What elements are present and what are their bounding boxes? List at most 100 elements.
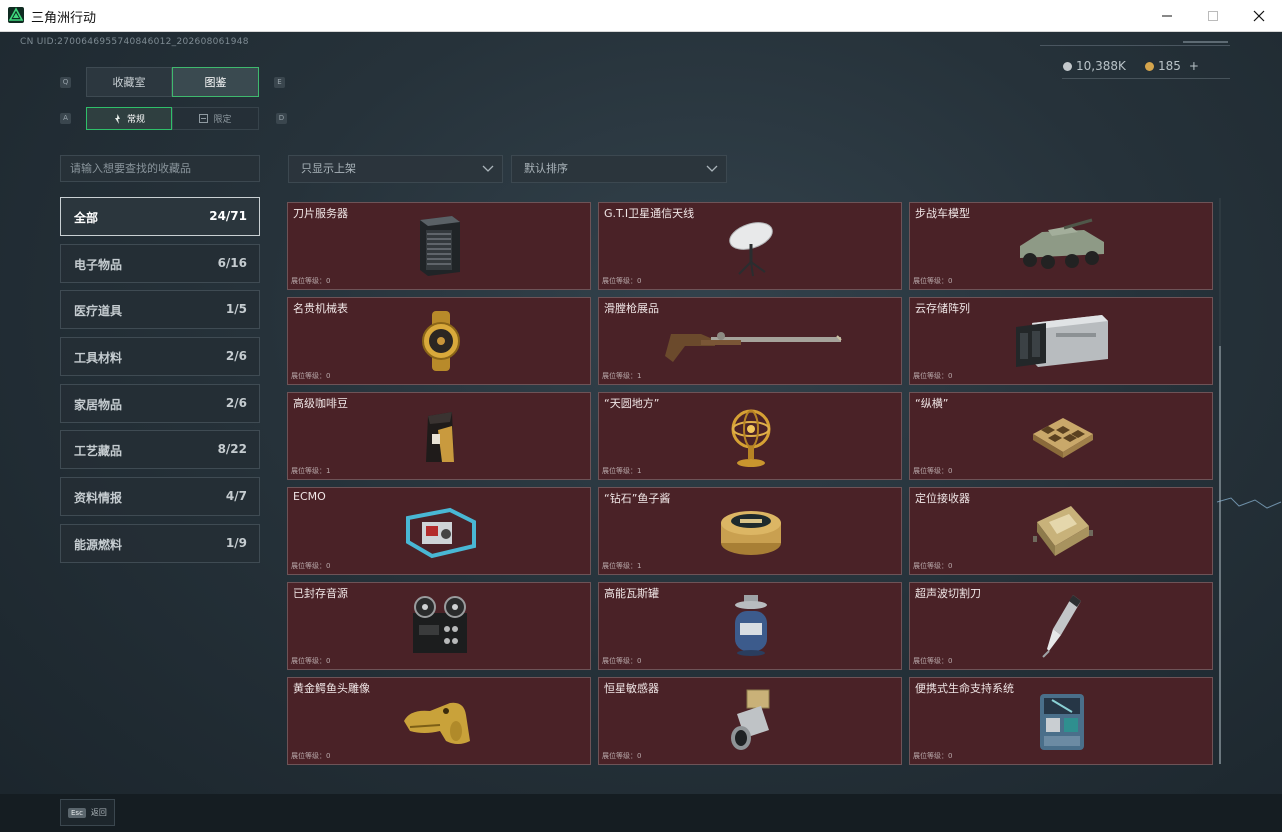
item-level: 展位等级：0 — [602, 277, 642, 285]
category-medical[interactable]: 医疗道具 1/5 — [60, 290, 260, 329]
category-crafts[interactable]: 工艺藏品 8/22 — [60, 430, 260, 469]
minimize-icon — [1162, 15, 1172, 16]
item-card[interactable]: 滑膛枪展品 展位等级：1 — [598, 297, 902, 385]
item-card[interactable]: 刀片服务器 展位等级：0 — [287, 202, 591, 290]
tab-codex[interactable]: 图鉴 — [172, 67, 259, 97]
gold-currency-value: 185 — [1158, 59, 1181, 73]
category-household[interactable]: 家居物品 2/6 — [60, 384, 260, 423]
gps-receiver-icon — [1022, 496, 1102, 566]
chevron-down-icon — [482, 165, 494, 172]
sort-dropdown[interactable]: 默认排序 — [511, 155, 727, 183]
category-count: 6/16 — [217, 256, 247, 270]
chess-board-icon — [1022, 401, 1102, 471]
close-button[interactable] — [1236, 0, 1282, 31]
category-count: 1/5 — [225, 302, 247, 316]
bottom-bar — [0, 794, 1282, 832]
item-name: 高级咖啡豆 — [293, 397, 348, 410]
shelf-filter-dropdown[interactable]: 只显示上架 — [288, 155, 503, 183]
armillary-sphere-icon — [711, 401, 791, 471]
tab-limited[interactable]: 限定 — [172, 107, 259, 130]
category-tools[interactable]: 工具材料 2/6 — [60, 337, 260, 376]
tab-regular[interactable]: 常规 — [86, 107, 172, 130]
tab-codex-label: 图鉴 — [204, 76, 227, 89]
gold-coin-icon — [1145, 61, 1154, 71]
category-electronics[interactable]: 电子物品 6/16 — [60, 244, 260, 283]
maximize-button[interactable] — [1190, 0, 1236, 31]
item-card[interactable]: ECMO 展位等级：0 — [287, 487, 591, 575]
key-hint-d: D — [276, 113, 287, 124]
item-level: 展位等级：0 — [913, 467, 953, 475]
item-card[interactable]: 步战车模型 展位等级：0 — [909, 202, 1213, 290]
add-currency-button[interactable]: + — [1189, 59, 1199, 73]
category-name: 资料情报 — [74, 491, 123, 505]
item-card[interactable]: 已封存音源 展位等级：0 — [287, 582, 591, 670]
item-level: 展位等级：0 — [291, 562, 331, 570]
category-count: 1/9 — [225, 536, 247, 550]
category-count: 2/6 — [225, 396, 247, 410]
key-hint-e: E — [274, 77, 285, 88]
life-support-icon — [1022, 686, 1102, 756]
armored-vehicle-icon — [1010, 211, 1114, 281]
game-viewport: CN UID:2700646955740846012_202608061948 … — [0, 32, 1282, 832]
item-card[interactable]: “钻石”鱼子酱 展位等级：1 — [598, 487, 902, 575]
category-count: 8/22 — [217, 442, 247, 456]
item-card[interactable]: 名贵机械表 展位等级：0 — [287, 297, 591, 385]
item-card[interactable]: “天圆地方” 展位等级：1 — [598, 392, 902, 480]
item-card[interactable]: 黄金鳄鱼头雕像 展位等级：0 — [287, 677, 591, 765]
item-card[interactable]: 便携式生命支持系统 展位等级：0 — [909, 677, 1213, 765]
uid-label: CN UID:2700646955740846012_202608061948 — [20, 37, 249, 47]
category-all[interactable]: 全部 24/71 — [60, 197, 260, 236]
gas-canister-icon — [711, 591, 791, 661]
category-name: 工艺藏品 — [74, 444, 123, 458]
gold-crocodile-icon — [398, 686, 482, 756]
item-card[interactable]: G.T.I卫星通信天线 展位等级：0 — [598, 202, 902, 290]
back-button[interactable]: Esc 返回 — [60, 799, 115, 826]
currency-divider — [1062, 78, 1230, 79]
item-card[interactable]: 恒星敏感器 展位等级：0 — [598, 677, 902, 765]
maximize-icon — [1208, 10, 1218, 21]
category-name: 能源燃料 — [74, 538, 123, 552]
key-hint-q: Q — [60, 77, 71, 88]
ultrasonic-cutter-icon — [1022, 591, 1102, 661]
item-card[interactable]: 高能瓦斯罐 展位等级：0 — [598, 582, 902, 670]
item-card[interactable]: “纵横” 展位等级：0 — [909, 392, 1213, 480]
header-accent-line — [1183, 41, 1228, 43]
item-name: 步战车模型 — [915, 207, 970, 220]
tab-limited-label: 限定 — [213, 115, 232, 125]
category-intel[interactable]: 资料情报 4/7 — [60, 477, 260, 516]
item-level: 展位等级：0 — [913, 657, 953, 665]
close-icon — [1253, 10, 1265, 21]
scrollbar-thumb[interactable] — [1219, 346, 1221, 764]
limited-icon — [199, 114, 209, 123]
star-sensor-icon — [711, 686, 791, 756]
item-level: 展位等级：0 — [291, 372, 331, 380]
item-name: 便携式生命支持系统 — [915, 682, 1014, 695]
item-card[interactable]: 高级咖啡豆 展位等级：1 — [287, 392, 591, 480]
esc-key-hint: Esc — [68, 807, 86, 818]
category-energy[interactable]: 能源燃料 1/9 — [60, 524, 260, 563]
item-name: 定位接收器 — [915, 492, 970, 505]
item-name: 黄金鳄鱼头雕像 — [293, 682, 370, 695]
search-input[interactable]: 请输入想要查找的收藏品 — [60, 155, 260, 182]
item-name: 已封存音源 — [293, 587, 348, 600]
tab-collection-room[interactable]: 收藏室 — [86, 67, 172, 97]
minimize-button[interactable] — [1144, 0, 1190, 31]
ecmo-machine-icon — [398, 496, 482, 566]
silver-currency[interactable]: 10,388K — [1063, 59, 1126, 73]
coffee-bag-icon — [400, 401, 480, 471]
category-count: 24/71 — [209, 209, 247, 223]
header-divider — [1040, 45, 1230, 46]
category-name: 医疗道具 — [74, 304, 123, 318]
item-level: 展位等级：0 — [913, 372, 953, 380]
gold-currency[interactable]: 185 + — [1145, 59, 1199, 73]
item-level: 展位等级：0 — [913, 562, 953, 570]
item-name: 恒星敏感器 — [604, 682, 659, 695]
item-grid: 刀片服务器 展位等级：0 G.T.I卫星通信天线 展位等级：0 步战车模型 展位… — [287, 202, 1213, 765]
item-card[interactable]: 超声波切割刀 展位等级：0 — [909, 582, 1213, 670]
item-card[interactable]: 云存储阵列 展位等级：0 — [909, 297, 1213, 385]
item-level: 展位等级：0 — [291, 657, 331, 665]
item-card[interactable]: 定位接收器 展位等级：0 — [909, 487, 1213, 575]
chevron-down-icon — [706, 165, 718, 172]
item-level: 展位等级：0 — [913, 752, 953, 760]
satellite-dish-icon — [711, 211, 791, 281]
